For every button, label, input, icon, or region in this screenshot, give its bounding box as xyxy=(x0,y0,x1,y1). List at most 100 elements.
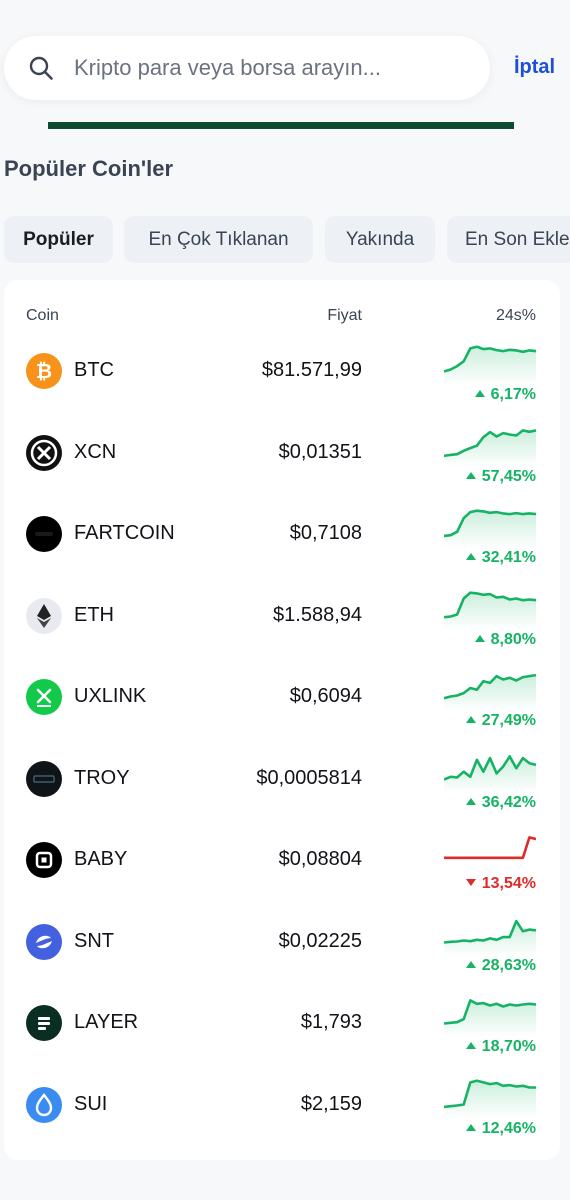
table-row[interactable]: SNT $0,02225 28,63% xyxy=(4,907,560,988)
table-row[interactable]: TROY $0,0005814 36,42% xyxy=(4,744,560,825)
xcn-icon xyxy=(26,434,62,471)
triangle-up-icon xyxy=(474,390,485,397)
change-percent: 12,46% xyxy=(465,1119,536,1138)
triangle-up-icon xyxy=(465,1042,476,1049)
change-percent: 13,54% xyxy=(465,875,536,893)
search-input[interactable] xyxy=(74,50,474,86)
header-price: Fiyat xyxy=(327,307,362,324)
coin-symbol: BABY xyxy=(74,848,128,870)
change-value: 28,63% xyxy=(481,956,536,974)
tab-popular[interactable]: Popüler xyxy=(4,216,113,263)
table-row[interactable]: UXLINK $0,6094 27,49% xyxy=(4,662,560,743)
coin-symbol: XCN xyxy=(74,440,117,463)
coin-price: $1.588,94 xyxy=(273,603,362,626)
table-row[interactable]: ₿ BTC $81.571,99 6,17% xyxy=(4,336,560,417)
change-percent: 18,70% xyxy=(465,1038,536,1056)
babylon-icon xyxy=(26,842,62,878)
change-percent: 6,17% xyxy=(474,386,536,404)
change-value: 6,17% xyxy=(490,386,536,403)
change-value: 57,45% xyxy=(481,467,536,485)
table-row[interactable]: XCN $0,01351 57,45% xyxy=(4,418,560,499)
coin-symbol: ETH xyxy=(74,603,114,626)
sparkline-area xyxy=(444,675,536,711)
search-icon xyxy=(29,56,53,80)
change-value: 36,42% xyxy=(481,793,536,811)
triangle-up-icon xyxy=(474,634,485,642)
price-sparkline xyxy=(444,509,536,548)
change-value: 8,80% xyxy=(490,630,536,648)
coin-price: $0,02225 xyxy=(278,929,362,952)
change-value: 32,41% xyxy=(481,549,536,566)
solayer-icon xyxy=(26,1005,62,1041)
change-value: 12,46% xyxy=(481,1119,536,1137)
change-percent: 28,63% xyxy=(465,956,536,975)
table-row[interactable]: FARTCOIN $0,7108 32,41% xyxy=(4,499,560,580)
sparkline-area xyxy=(444,837,536,874)
sui-icon xyxy=(26,1086,62,1123)
header-change: 24s% xyxy=(495,307,536,324)
coin-price: $2,159 xyxy=(300,1092,362,1115)
coin-price: $1,793 xyxy=(300,1011,362,1033)
change-percent: 27,49% xyxy=(465,712,536,730)
cancel-button[interactable]: İptal xyxy=(514,56,555,79)
change-percent: 32,41% xyxy=(465,549,536,567)
price-sparkline xyxy=(444,590,536,630)
coin-price: $81.571,99 xyxy=(261,359,362,381)
price-sparkline xyxy=(444,1078,536,1119)
sparkline-line xyxy=(444,836,536,860)
table-row[interactable]: ETH $1.588,94 8,80% xyxy=(4,581,560,662)
coin-price: $0,01351 xyxy=(278,440,362,463)
change-value: 27,49% xyxy=(481,712,536,729)
price-sparkline xyxy=(444,999,536,1037)
change-percent: 36,42% xyxy=(465,793,536,812)
coin-table: Coin Fiyat 24s% ₿ BTC $81.571,99 6,17% XCN $… xyxy=(4,280,560,1160)
search-box[interactable] xyxy=(4,36,490,100)
price-sparkline xyxy=(444,673,536,711)
coin-price: $0,0005814 xyxy=(256,766,362,789)
svg-text:₿: ₿ xyxy=(36,359,52,383)
price-sparkline xyxy=(444,836,536,874)
header-coin: Coin xyxy=(26,307,59,324)
change-value: 18,70% xyxy=(481,1038,536,1055)
price-sparkline xyxy=(444,754,536,793)
coin-symbol: BTC xyxy=(74,359,114,381)
coin-symbol: TROY xyxy=(74,766,130,789)
troy-icon xyxy=(26,760,62,797)
coin-price: $0,08804 xyxy=(278,848,362,870)
sparkline-area xyxy=(444,755,536,793)
status-icon xyxy=(26,923,62,960)
table-row[interactable]: SUI $2,159 12,46% xyxy=(4,1070,560,1151)
bitcoin-icon: ₿ xyxy=(26,353,62,389)
tab-bar: Popüler En Çok Tıklanan Yakında En Son E… xyxy=(0,216,570,264)
tab-most-clicked[interactable]: En Çok Tıklanan xyxy=(124,216,313,263)
triangle-up-icon xyxy=(465,471,476,479)
tab-recently-added[interactable]: En Son Ekle xyxy=(447,216,570,263)
triangle-up-icon xyxy=(465,1123,476,1131)
price-sparkline xyxy=(444,345,536,385)
coin-symbol: FARTCOIN xyxy=(74,522,175,544)
loading-bar xyxy=(48,122,514,129)
change-percent: 57,45% xyxy=(465,467,536,486)
coin-price: $0,6094 xyxy=(289,685,362,707)
triangle-up-icon xyxy=(465,553,476,560)
change-percent: 8,80% xyxy=(474,630,536,649)
coin-symbol: LAYER xyxy=(74,1011,139,1033)
coin-price: $0,7108 xyxy=(289,522,362,544)
table-row[interactable]: LAYER $1,793 18,70% xyxy=(4,988,560,1069)
uxlink-icon xyxy=(26,679,62,715)
triangle-up-icon xyxy=(465,716,476,723)
change-value: 13,54% xyxy=(481,875,536,892)
triangle-up-icon xyxy=(465,960,476,968)
price-sparkline xyxy=(444,428,536,467)
section-title: Popüler Coin'ler xyxy=(4,156,174,181)
table-row[interactable]: BABY $0,08804 13,54% xyxy=(4,825,560,906)
triangle-down-icon xyxy=(465,879,476,886)
coin-symbol: SNT xyxy=(74,929,114,952)
price-sparkline xyxy=(444,919,536,956)
triangle-up-icon xyxy=(465,797,476,805)
search-row: İptal xyxy=(4,36,570,100)
coin-symbol: SUI xyxy=(74,1092,108,1115)
fartcoin-icon xyxy=(26,516,62,552)
ethereum-icon xyxy=(26,597,62,634)
tab-coming-soon[interactable]: Yakında xyxy=(325,216,435,263)
